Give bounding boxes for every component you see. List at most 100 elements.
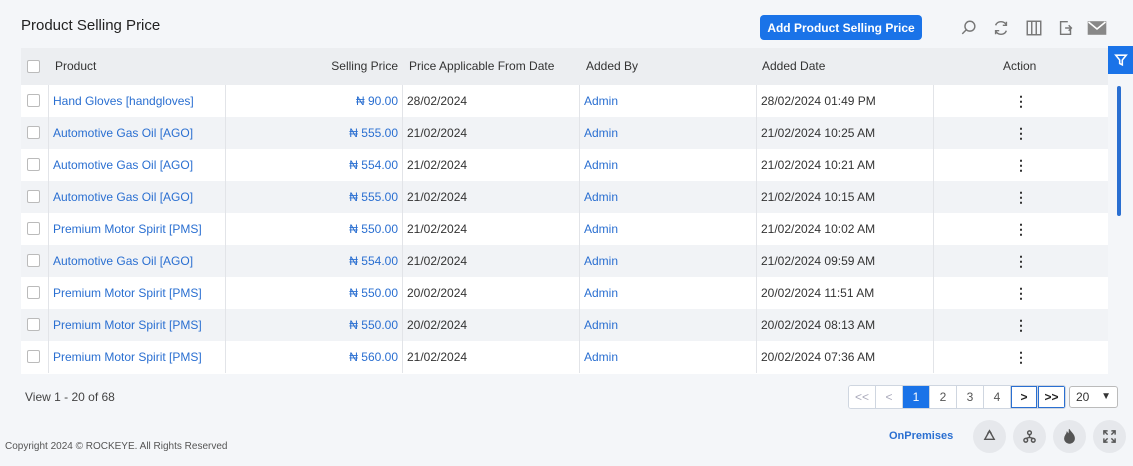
row-checkbox[interactable] bbox=[27, 126, 40, 139]
page-header: Product Selling Price Add Product Sellin… bbox=[0, 0, 1133, 46]
column-header-price-applicable-from-date[interactable]: Price Applicable From Date bbox=[409, 48, 554, 85]
column-header-added-by[interactable]: Added By bbox=[586, 48, 638, 85]
table-row: Premium Motor Spirit [PMS] ₦ 550.00 20/0… bbox=[21, 309, 1108, 341]
selling-price-value[interactable]: ₦ 560.00 bbox=[226, 341, 398, 373]
added-date: 21/02/2024 10:02 AM bbox=[761, 222, 876, 236]
row-checkbox[interactable] bbox=[27, 158, 40, 171]
grid-header: Product Selling Price Price Applicable F… bbox=[21, 48, 1108, 85]
selling-price-value[interactable]: ₦ 550.00 bbox=[226, 309, 398, 341]
first-page-button[interactable]: << bbox=[849, 386, 876, 408]
product-link[interactable]: Premium Motor Spirit [PMS] bbox=[53, 213, 225, 245]
row-action-menu-icon[interactable]: ⋮ bbox=[1011, 341, 1031, 373]
selling-price-value[interactable]: ₦ 554.00 bbox=[226, 245, 398, 277]
product-link[interactable]: Premium Motor Spirit [PMS] bbox=[53, 277, 225, 309]
row-checkbox[interactable] bbox=[27, 94, 40, 107]
row-action-menu-icon[interactable]: ⋮ bbox=[1011, 117, 1031, 149]
price-from-date: 21/02/2024 bbox=[407, 158, 468, 172]
pagination: << < 1 2 3 4 > >> bbox=[848, 385, 1066, 409]
row-action-menu-icon[interactable]: ⋮ bbox=[1011, 245, 1031, 277]
added-date: 28/02/2024 01:49 PM bbox=[761, 94, 876, 108]
table-row: Premium Motor Spirit [PMS] ₦ 550.00 21/0… bbox=[21, 213, 1108, 245]
export-icon[interactable] bbox=[1055, 17, 1077, 39]
row-action-menu-icon[interactable]: ⋮ bbox=[1011, 277, 1031, 309]
selling-price-value[interactable]: ₦ 550.00 bbox=[226, 277, 398, 309]
row-checkbox[interactable] bbox=[27, 190, 40, 203]
page-button-1[interactable]: 1 bbox=[903, 386, 930, 408]
row-action-menu-icon[interactable]: ⋮ bbox=[1011, 181, 1031, 213]
deployment-mode-label: OnPremises bbox=[889, 430, 954, 442]
added-by-link[interactable]: Admin bbox=[584, 181, 618, 213]
column-header-product[interactable]: Product bbox=[55, 48, 96, 85]
added-date: 20/02/2024 08:13 AM bbox=[761, 318, 876, 332]
chevron-down-icon: ▼ bbox=[1101, 391, 1111, 402]
table-row: Premium Motor Spirit [PMS] ₦ 560.00 21/0… bbox=[21, 341, 1108, 373]
filter-icon[interactable] bbox=[1108, 46, 1133, 74]
added-date: 21/02/2024 10:21 AM bbox=[761, 158, 876, 172]
fire-icon[interactable] bbox=[1053, 420, 1086, 453]
table-row: Hand Gloves [handgloves] ₦ 90.00 28/02/2… bbox=[21, 85, 1108, 117]
price-from-date: 21/02/2024 bbox=[407, 126, 468, 140]
email-icon[interactable] bbox=[1086, 17, 1108, 39]
row-checkbox[interactable] bbox=[27, 254, 40, 267]
row-action-menu-icon[interactable]: ⋮ bbox=[1011, 309, 1031, 341]
added-date: 20/02/2024 11:51 AM bbox=[761, 286, 875, 300]
next-page-button[interactable]: > bbox=[1011, 386, 1038, 408]
page-size-select[interactable]: 20 ▼ bbox=[1069, 386, 1118, 408]
columns-icon[interactable] bbox=[1023, 17, 1045, 39]
added-by-link[interactable]: Admin bbox=[584, 245, 618, 277]
added-by-link[interactable]: Admin bbox=[584, 341, 618, 373]
add-product-selling-price-button[interactable]: Add Product Selling Price bbox=[760, 15, 922, 40]
added-date: 21/02/2024 09:59 AM bbox=[761, 254, 876, 268]
added-by-link[interactable]: Admin bbox=[584, 213, 618, 245]
row-checkbox[interactable] bbox=[27, 350, 40, 363]
selling-price-value[interactable]: ₦ 555.00 bbox=[226, 181, 398, 213]
product-link[interactable]: Automotive Gas Oil [AGO] bbox=[53, 117, 225, 149]
grid-scrollbar[interactable] bbox=[1117, 86, 1121, 216]
price-from-date: 21/02/2024 bbox=[407, 350, 468, 364]
page-button-2[interactable]: 2 bbox=[930, 386, 957, 408]
added-by-link[interactable]: Admin bbox=[584, 85, 618, 117]
fullscreen-icon[interactable] bbox=[1093, 420, 1126, 453]
recycle-icon[interactable] bbox=[973, 420, 1006, 453]
last-page-button[interactable]: >> bbox=[1038, 386, 1065, 408]
row-action-menu-icon[interactable]: ⋮ bbox=[1011, 213, 1031, 245]
selling-price-value[interactable]: ₦ 550.00 bbox=[226, 213, 398, 245]
select-all-checkbox[interactable] bbox=[27, 60, 40, 73]
pager-info: View 1 - 20 of 68 bbox=[25, 390, 115, 404]
column-header-action: Action bbox=[1003, 59, 1037, 73]
row-checkbox[interactable] bbox=[27, 318, 40, 331]
column-header-selling-price[interactable]: Selling Price bbox=[225, 48, 398, 85]
table-row: Automotive Gas Oil [AGO] ₦ 554.00 21/02/… bbox=[21, 149, 1108, 181]
product-link[interactable]: Hand Gloves [handgloves] bbox=[53, 85, 225, 117]
product-link[interactable]: Automotive Gas Oil [AGO] bbox=[53, 181, 225, 213]
price-from-date: 20/02/2024 bbox=[407, 318, 468, 332]
selling-price-value[interactable]: ₦ 555.00 bbox=[226, 117, 398, 149]
product-link[interactable]: Premium Motor Spirit [PMS] bbox=[53, 309, 225, 341]
selling-price-value[interactable]: ₦ 554.00 bbox=[226, 149, 398, 181]
selling-price-value[interactable]: ₦ 90.00 bbox=[226, 85, 398, 117]
table-row: Automotive Gas Oil [AGO] ₦ 555.00 21/02/… bbox=[21, 181, 1108, 213]
added-by-link[interactable]: Admin bbox=[584, 309, 618, 341]
row-action-menu-icon[interactable]: ⋮ bbox=[1011, 149, 1031, 181]
data-grid: Product Selling Price Price Applicable F… bbox=[21, 48, 1108, 374]
network-icon[interactable] bbox=[1013, 420, 1046, 453]
row-checkbox[interactable] bbox=[27, 222, 40, 235]
page-button-4[interactable]: 4 bbox=[984, 386, 1011, 408]
column-header-added-date[interactable]: Added Date bbox=[762, 48, 825, 85]
copyright-text: Copyright 2024 © ROCKEYE. All Rights Res… bbox=[5, 441, 228, 452]
added-date: 20/02/2024 07:36 AM bbox=[761, 350, 876, 364]
search-icon[interactable] bbox=[958, 17, 980, 39]
price-from-date: 20/02/2024 bbox=[407, 286, 468, 300]
row-checkbox[interactable] bbox=[27, 286, 40, 299]
page-button-3[interactable]: 3 bbox=[957, 386, 984, 408]
added-by-link[interactable]: Admin bbox=[584, 117, 618, 149]
added-by-link[interactable]: Admin bbox=[584, 277, 618, 309]
row-action-menu-icon[interactable]: ⋮ bbox=[1011, 85, 1031, 117]
table-row: Automotive Gas Oil [AGO] ₦ 554.00 21/02/… bbox=[21, 245, 1108, 277]
product-link[interactable]: Automotive Gas Oil [AGO] bbox=[53, 149, 225, 181]
product-link[interactable]: Premium Motor Spirit [PMS] bbox=[53, 341, 225, 373]
prev-page-button[interactable]: < bbox=[876, 386, 903, 408]
product-link[interactable]: Automotive Gas Oil [AGO] bbox=[53, 245, 225, 277]
added-by-link[interactable]: Admin bbox=[584, 149, 618, 181]
refresh-icon[interactable] bbox=[990, 17, 1012, 39]
